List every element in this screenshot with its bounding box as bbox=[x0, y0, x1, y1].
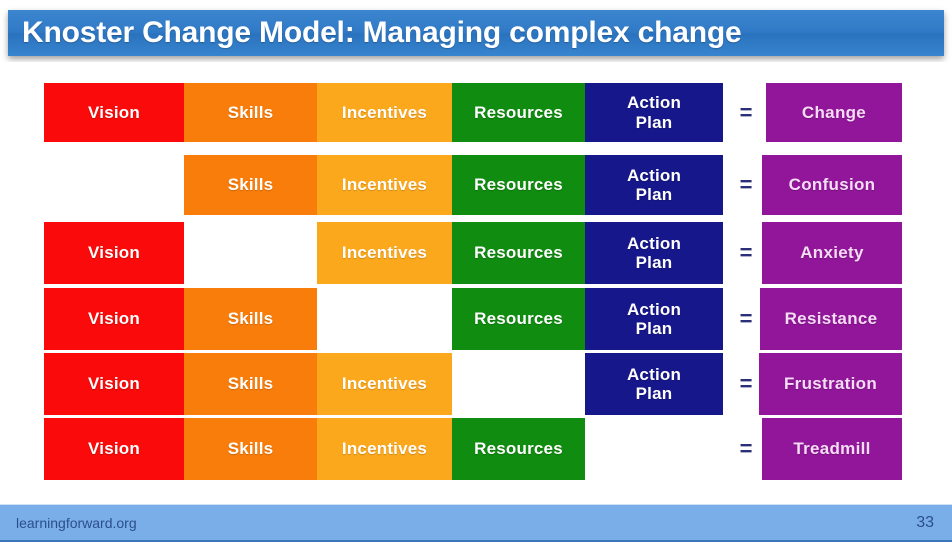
outcome-resistance: Resistance bbox=[760, 288, 902, 350]
cell-resources: Resources bbox=[452, 222, 585, 284]
cell-vision bbox=[44, 155, 184, 215]
equals-sign: = bbox=[739, 306, 753, 331]
cell-skills: Skills bbox=[184, 288, 317, 350]
cell-incentives: Incentives bbox=[317, 222, 452, 284]
cell-skills: Skills bbox=[184, 353, 317, 415]
page-title: Knoster Change Model: Managing complex c… bbox=[22, 16, 742, 49]
cell-skills bbox=[184, 222, 317, 284]
cell-vision: Vision bbox=[44, 288, 184, 350]
cell-incentives: Incentives bbox=[317, 418, 452, 480]
cell-resources: Resources bbox=[452, 288, 585, 350]
cell-action_plan: Action Plan bbox=[585, 288, 723, 350]
cell-action_plan: Action Plan bbox=[585, 155, 723, 215]
footer-website-link[interactable]: learningforward.org bbox=[16, 515, 137, 531]
model-row: Vision Incentives Resources Action Plan = Anxi… bbox=[0, 222, 952, 284]
equals-sign: = bbox=[739, 240, 753, 265]
cell-action_plan: Action Plan bbox=[585, 83, 723, 142]
cell-resources: Resources bbox=[452, 83, 585, 142]
model-row: Vision Skills Incentives Resources = Treadmil… bbox=[0, 418, 952, 480]
model-row: Skills Incentives Resources Action Plan = Conf… bbox=[0, 155, 952, 215]
equals-sign: = bbox=[739, 436, 753, 461]
cell-incentives: Incentives bbox=[317, 155, 452, 215]
outcome-confusion: Confusion bbox=[762, 155, 902, 215]
cell-vision: Vision bbox=[44, 353, 184, 415]
cell-vision: Vision bbox=[44, 83, 184, 142]
slide-footer: learningforward.org 33 bbox=[0, 504, 952, 542]
outcome-change: Change bbox=[766, 83, 902, 142]
cell-vision: Vision bbox=[44, 418, 184, 480]
cell-action_plan: Action Plan bbox=[585, 353, 723, 415]
cell-incentives: Incentives bbox=[317, 353, 452, 415]
slide-page-number: 33 bbox=[916, 513, 934, 531]
equals-sign: = bbox=[739, 371, 753, 396]
cell-vision: Vision bbox=[44, 222, 184, 284]
equals-sign: = bbox=[739, 99, 753, 125]
cell-skills: Skills bbox=[184, 418, 317, 480]
equals-sign: = bbox=[739, 172, 753, 197]
slide-title-bar: Knoster Change Model: Managing complex c… bbox=[8, 10, 944, 56]
cell-skills: Skills bbox=[184, 83, 317, 142]
outcome-treadmill: Treadmill bbox=[762, 418, 902, 480]
cell-resources: Resources bbox=[452, 418, 585, 480]
outcome-anxiety: Anxiety bbox=[762, 222, 902, 284]
cell-action_plan: Action Plan bbox=[585, 222, 723, 284]
cell-action_plan bbox=[585, 418, 723, 480]
knoster-model-diagram: Vision Skills Incentives Resources Action Pla… bbox=[0, 62, 952, 490]
cell-resources: Resources bbox=[452, 155, 585, 215]
model-row: Vision Skills Incentives Resources Action Pla… bbox=[0, 83, 952, 142]
model-row: Vision Skills Resources Action Plan = Resistan… bbox=[0, 288, 952, 350]
cell-incentives: Incentives bbox=[317, 83, 452, 142]
cell-incentives bbox=[317, 288, 452, 350]
cell-resources bbox=[452, 353, 585, 415]
model-row: Vision Skills Incentives Action Plan = Frustra… bbox=[0, 353, 952, 415]
outcome-frustration: Frustration bbox=[759, 353, 902, 415]
cell-skills: Skills bbox=[184, 155, 317, 215]
